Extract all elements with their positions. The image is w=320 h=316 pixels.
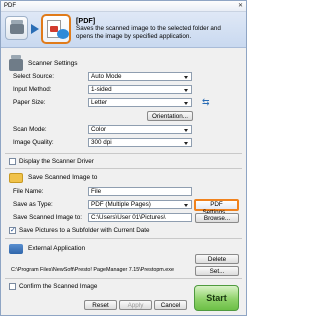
folder-icon bbox=[9, 173, 23, 183]
set-button[interactable]: Set... bbox=[195, 266, 239, 276]
chevron-down-icon bbox=[184, 76, 188, 79]
chevron-down-icon bbox=[184, 204, 188, 207]
orientation-button[interactable]: Orientation... bbox=[147, 111, 193, 121]
scan-mode-label: Scan Mode: bbox=[13, 126, 47, 133]
chevron-down-icon bbox=[184, 129, 188, 132]
input-method-value: 1-sided bbox=[91, 86, 112, 93]
display-driver-label: Display the Scanner Driver bbox=[19, 158, 94, 165]
start-button[interactable]: Start bbox=[194, 285, 239, 311]
divider bbox=[5, 238, 242, 239]
save-as-type-value: PDF (Multiple Pages) bbox=[91, 201, 151, 208]
scan-mode-dropdown[interactable]: Color bbox=[88, 125, 192, 134]
arrow-right-icon bbox=[31, 24, 39, 34]
close-icon[interactable]: ✕ bbox=[237, 3, 244, 10]
select-source-dropdown[interactable]: Auto Mode bbox=[88, 72, 192, 81]
image-quality-value: 300 dpi bbox=[91, 139, 112, 146]
image-quality-label: Image Quality: bbox=[13, 139, 54, 146]
input-method-label: Input Method: bbox=[13, 86, 52, 93]
pdf-dialog: PDF ✕ [PDF] Saves the scanned image to t… bbox=[0, 0, 247, 316]
confirm-image-label: Confirm the Scanned Image bbox=[19, 283, 98, 290]
reset-button[interactable]: Reset bbox=[84, 300, 117, 310]
browse-button[interactable]: Browse... bbox=[195, 213, 239, 223]
file-name-input[interactable]: File bbox=[88, 187, 192, 196]
paper-size-dropdown[interactable]: Letter bbox=[88, 98, 192, 107]
scanner-badge-icon bbox=[5, 16, 28, 40]
subfolder-label: Save Pictures to a Subfolder with Curren… bbox=[19, 227, 150, 234]
select-source-label: Select Source: bbox=[13, 73, 54, 80]
chevron-down-icon bbox=[184, 142, 188, 145]
paper-size-label: Paper Size: bbox=[13, 99, 46, 106]
cancel-button[interactable]: Cancel bbox=[154, 300, 187, 310]
input-method-dropdown[interactable]: 1-sided bbox=[88, 85, 192, 94]
chevron-down-icon bbox=[184, 89, 188, 92]
pdf-icon bbox=[41, 14, 71, 44]
save-to-label: Save Scanned Image to: bbox=[13, 214, 82, 221]
scanner-icon bbox=[9, 55, 23, 71]
window-title: PDF bbox=[4, 3, 16, 9]
pdf-settings-button[interactable]: PDF Settings... bbox=[194, 199, 239, 216]
save-as-type-label: Save as Type: bbox=[13, 201, 53, 208]
paper-size-value: Letter bbox=[91, 99, 108, 106]
rotate-icon: ⇆ bbox=[202, 97, 210, 107]
external-app-title: External Application bbox=[28, 245, 86, 252]
confirm-image-checkbox[interactable] bbox=[9, 283, 16, 290]
select-source-value: Auto Mode bbox=[91, 73, 122, 80]
header-description: Saves the scanned image to the selected … bbox=[76, 25, 221, 40]
display-driver-checkbox[interactable] bbox=[9, 158, 16, 165]
divider bbox=[5, 168, 242, 169]
divider bbox=[5, 153, 242, 154]
header-title: [PDF] bbox=[76, 16, 96, 25]
file-name-label: File Name: bbox=[13, 188, 44, 195]
header-panel: [PDF] Saves the scanned image to the sel… bbox=[1, 12, 246, 48]
image-quality-dropdown[interactable]: 300 dpi bbox=[88, 138, 192, 147]
application-icon bbox=[9, 244, 23, 254]
subfolder-checkbox[interactable] bbox=[9, 226, 16, 234]
external-app-path: C:\Program Files\NewSoft\Presto! PageMan… bbox=[11, 267, 174, 273]
apply-button[interactable]: Apply bbox=[119, 300, 152, 310]
title-bar: PDF ✕ bbox=[1, 1, 246, 12]
save-section-title: Save Scanned Image to bbox=[28, 174, 98, 181]
delete-button[interactable]: Delete bbox=[195, 254, 239, 264]
save-to-path[interactable]: C:\Users\User 01\Pictures\ bbox=[88, 213, 192, 222]
save-as-type-dropdown[interactable]: PDF (Multiple Pages) bbox=[88, 200, 192, 209]
scan-mode-value: Color bbox=[91, 126, 107, 133]
scanner-settings-title: Scanner Settings bbox=[28, 60, 78, 67]
chevron-down-icon bbox=[184, 102, 188, 105]
divider bbox=[5, 278, 242, 279]
